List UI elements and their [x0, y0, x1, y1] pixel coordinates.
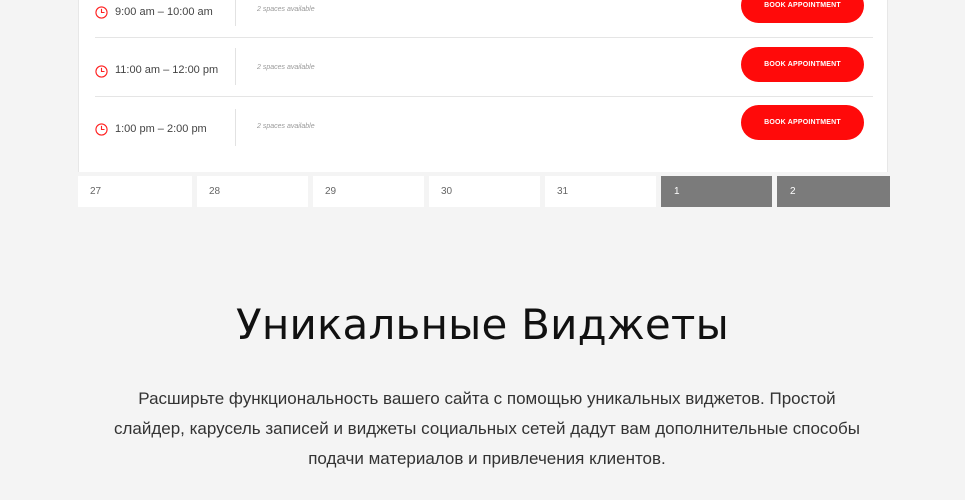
divider	[235, 109, 236, 146]
date-cell-30[interactable]: 30	[429, 176, 540, 207]
clock-icon	[95, 6, 108, 19]
slot-time: 1:00 pm – 2:00 pm	[115, 123, 207, 135]
clock-icon	[95, 65, 108, 78]
slot-time: 9:00 am – 10:00 am	[115, 6, 213, 18]
slot-time: 11:00 am – 12:00 pm	[115, 64, 219, 76]
date-cell-28[interactable]: 28	[197, 176, 308, 207]
availability-text: 2 spaces available	[257, 123, 315, 130]
date-cell-1[interactable]: 1	[661, 176, 772, 207]
date-strip: 27 28 29 30 31 1 2	[78, 176, 890, 207]
book-appointment-button[interactable]: Book Appointment	[741, 47, 864, 82]
time-slot-row: 11:00 am – 12:00 pm 2 spaces available B…	[95, 39, 873, 97]
availability-text: 2 spaces available	[257, 6, 315, 13]
section-title: Уникальные Виджеты	[236, 300, 729, 349]
date-cell-29[interactable]: 29	[313, 176, 424, 207]
clock-icon	[95, 123, 108, 136]
divider	[235, 0, 236, 26]
time-slot-row: 9:00 am – 10:00 am 2 spaces available Bo…	[95, 0, 873, 38]
book-appointment-button[interactable]: Book Appointment	[741, 105, 864, 140]
time-slot-row: 1:00 pm – 2:00 pm 2 spaces available Boo…	[95, 98, 873, 156]
divider	[235, 48, 236, 85]
availability-text: 2 spaces available	[257, 64, 315, 71]
date-cell-27[interactable]: 27	[78, 176, 192, 207]
section-description: Расширьте функциональность вашего сайта …	[113, 389, 861, 468]
date-cell-31[interactable]: 31	[545, 176, 656, 207]
booking-card: 9:00 am – 10:00 am 2 spaces available Bo…	[78, 0, 888, 172]
book-appointment-button[interactable]: Book Appointment	[741, 0, 864, 23]
date-cell-2[interactable]: 2	[777, 176, 890, 207]
